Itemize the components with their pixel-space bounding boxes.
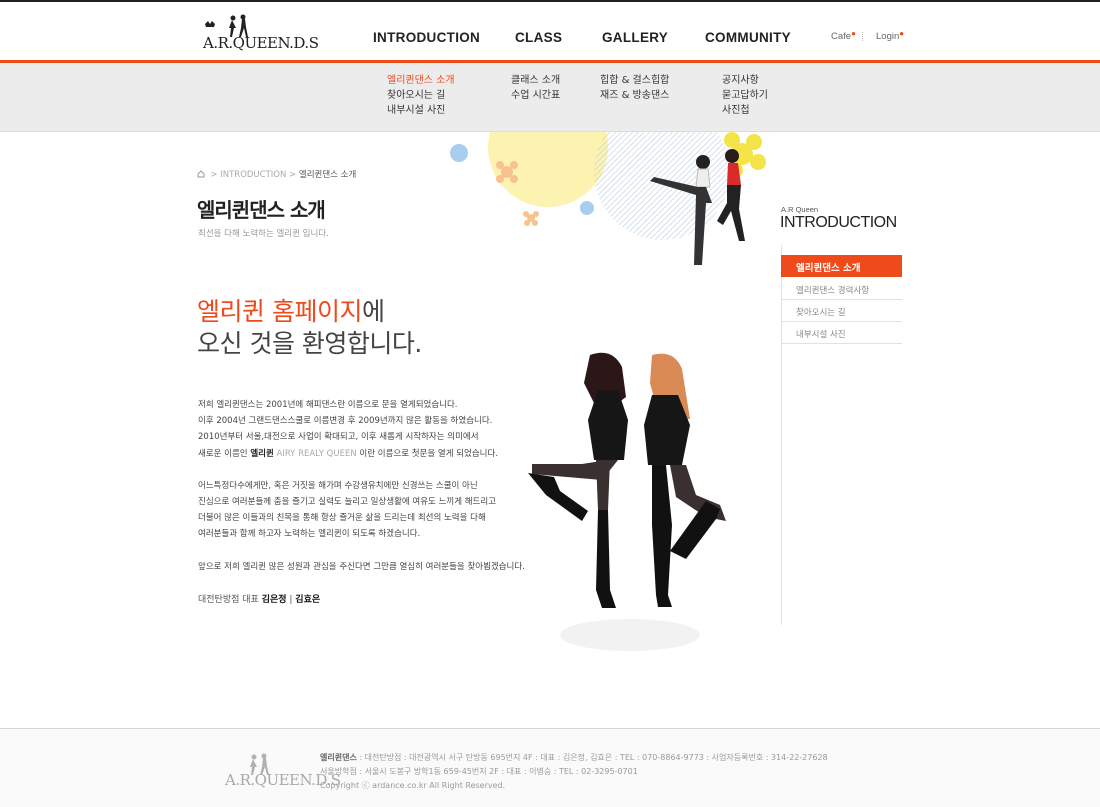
signature-name: 김효은 [295, 595, 321, 605]
breadcrumb: > INTRODUCTION > 엘리퀸댄스 소개 [197, 168, 356, 180]
welcome-line2: 오신 것을 환영합니다. [197, 329, 422, 358]
breadcrumb-section[interactable]: INTRODUCTION [220, 170, 286, 180]
nav-gallery[interactable]: GALLERY [602, 30, 668, 45]
brand-name: 엘리퀸 [250, 448, 274, 459]
welcome-line1-rest: 에 [361, 297, 385, 326]
welcome-highlight: 엘리퀸 홈페이지 [197, 297, 362, 326]
representative-signature: 대전탄방점 대표 김은정 | 김효은 [198, 592, 320, 605]
submenu-item-directions[interactable]: 찾아오시는 길 [387, 89, 455, 104]
welcome-heading: 엘리퀸 홈페이지에 오신 것을 환영합니다. [197, 296, 422, 360]
side-nav-item-facilities[interactable]: 내부시설 사진 [781, 322, 902, 344]
intro-text: 저희 엘리퀸댄스는 2001년에 해피댄스란 이름으로 문을 열게되었습니다. … [198, 397, 528, 575]
submenu-item-jazz[interactable]: 재즈 & 방송댄스 [600, 89, 669, 104]
side-nav-item-directions[interactable]: 찾아오시는 길 [781, 300, 902, 322]
footer: A.R.QUEEN.D.S 엘리퀸댄스 : 대전탄방점 : 대전광역시 서구 탄… [0, 729, 1100, 807]
submenu-item-facilities[interactable]: 내부시설 사진 [387, 104, 455, 119]
side-nav-caption: A.R Queen [781, 205, 819, 214]
submenu-community: 공지사항 묻고답하기 사진첩 [722, 74, 768, 118]
util-divider [862, 32, 863, 41]
login-dot-icon: ● [899, 29, 905, 38]
header: A.R.QUEEN.D.S INTRODUCTION CLASS GALLERY… [0, 2, 1100, 60]
intro-line: 앞으로 저희 엘리퀸 많은 성원과 관심을 주신다면 그만큼 열심히 여러분들을… [198, 561, 525, 572]
site-logo[interactable]: A.R.QUEEN.D.S [203, 14, 319, 54]
side-nav-item-about[interactable]: 엘리퀸댄스 소개 [781, 255, 902, 277]
nav-community[interactable]: COMMUNITY [705, 30, 791, 45]
intro-line: 저희 엘리퀸댄스는 2001년에 해피댄스란 이름으로 문을 열게되었습니다. [198, 400, 458, 410]
signature-name: 김은정 [261, 595, 287, 605]
intro-line: 진심으로 여러분들께 춤을 즐기고 실력도 늘리고 일상생활에 여유도 느끼게 … [198, 497, 497, 508]
header-decoration-art [450, 132, 766, 265]
intro-line: 새로운 이름인 엘리퀸 AIRY REALY QUEEN 이란 이름으로 첫문을… [198, 446, 528, 462]
intro-line: 더불어 많은 이들과의 친목을 통해 항상 즐거운 삶을 드리는데 최선의 노력… [198, 513, 486, 524]
logo-text: A.R.QUEEN.D.S [203, 34, 319, 52]
breadcrumb-current: 엘리퀸댄스 소개 [298, 170, 357, 180]
nav-introduction[interactable]: INTRODUCTION [373, 30, 480, 45]
intro-line: 여러분들과 함께 하고자 노력하는 엘리퀸이 되도록 하겠습니다. [198, 529, 421, 540]
footer-copyright: Copyright ⓒ ardance.co.kr All Right Rese… [320, 781, 506, 790]
page-title: 엘리퀸댄스 소개 [197, 198, 326, 222]
footer-line2: 서울방학점 : 서울시 도봉구 방학1동 659-45번지 2F : 대표 : … [320, 767, 638, 776]
login-label: Login [876, 31, 900, 42]
side-nav-title: INTRODUCTION [780, 214, 897, 231]
submenu-introduction: 엘리퀸댄스 소개 찾아오시는 길 내부시설 사진 [387, 74, 455, 118]
intro-line: 이후 2004년 그랜드댄스스쿨로 이름변경 후 2009년까지 많은 활동을 … [198, 416, 493, 427]
cafe-label: Cafe [831, 31, 852, 42]
footer-info: 엘리퀸댄스 : 대전탄방점 : 대전광역시 서구 탄방동 695번지 4F : … [320, 751, 828, 793]
cafe-dot-icon: ● [851, 29, 856, 38]
submenu-band: 엘리퀸댄스 소개 찾아오시는 길 내부시설 사진 클래스 소개 수업 시간표 힙… [0, 63, 1100, 132]
submenu-item-qna[interactable]: 묻고답하기 [722, 89, 768, 104]
breadcrumb-arrow-icon: > [286, 170, 299, 180]
submenu-class: 클래스 소개 수업 시간표 [511, 74, 560, 104]
submenu-item-hiphop[interactable]: 힙합 & 걸스힙합 [600, 74, 669, 89]
nav-class[interactable]: CLASS [515, 30, 562, 45]
submenu-item-class-intro[interactable]: 클래스 소개 [511, 74, 560, 89]
cafe-link[interactable]: Cafe● [831, 29, 856, 42]
submenu-gallery: 힙합 & 걸스힙합 재즈 & 방송댄스 [600, 74, 669, 104]
footer-line1: : 대전탄방점 : 대전광역시 서구 탄방동 695번지 4F : 대표 : 김… [356, 753, 828, 762]
submenu-item-timetable[interactable]: 수업 시간표 [511, 89, 560, 104]
footer-logo: A.R.QUEEN.D.S [225, 753, 341, 793]
intro-line: 2010년부터 서울,대전으로 사업이 확대되고, 이후 새롭게 시작하자는 의… [198, 432, 479, 443]
submenu-item-notice[interactable]: 공지사항 [722, 74, 768, 89]
login-link[interactable]: Login● [876, 29, 905, 42]
footer-company-name: 엘리퀸댄스 [320, 753, 357, 762]
submenu-item-about[interactable]: 엘리퀸댄스 소개 [387, 74, 455, 89]
brand-name-english: AIRY REALY QUEEN [273, 448, 357, 459]
breadcrumb-arrow-icon: > [207, 170, 221, 180]
signature-label: 대전탄방점 대표 [198, 595, 262, 605]
home-icon[interactable] [197, 170, 205, 178]
side-nav-item-history[interactable]: 엘리퀸댄스 경력사항 [781, 278, 902, 300]
intro-line: 어느특정다수에게만, 혹은 거짓을 해가며 수강생유치에만 신경쓰는 스쿨이 아… [198, 480, 478, 491]
signature-separator: | [286, 595, 296, 605]
submenu-item-album[interactable]: 사진첩 [722, 104, 768, 119]
intro-text-fragment: 새로운 이름인 [198, 448, 251, 459]
dancers-photo [528, 352, 726, 651]
intro-text-fragment: 이란 이름으로 첫문을 열게 되었습니다. [356, 448, 499, 459]
page-subtitle: 최선을 다해 노력하는 엘리퀸 입니다. [198, 229, 329, 239]
